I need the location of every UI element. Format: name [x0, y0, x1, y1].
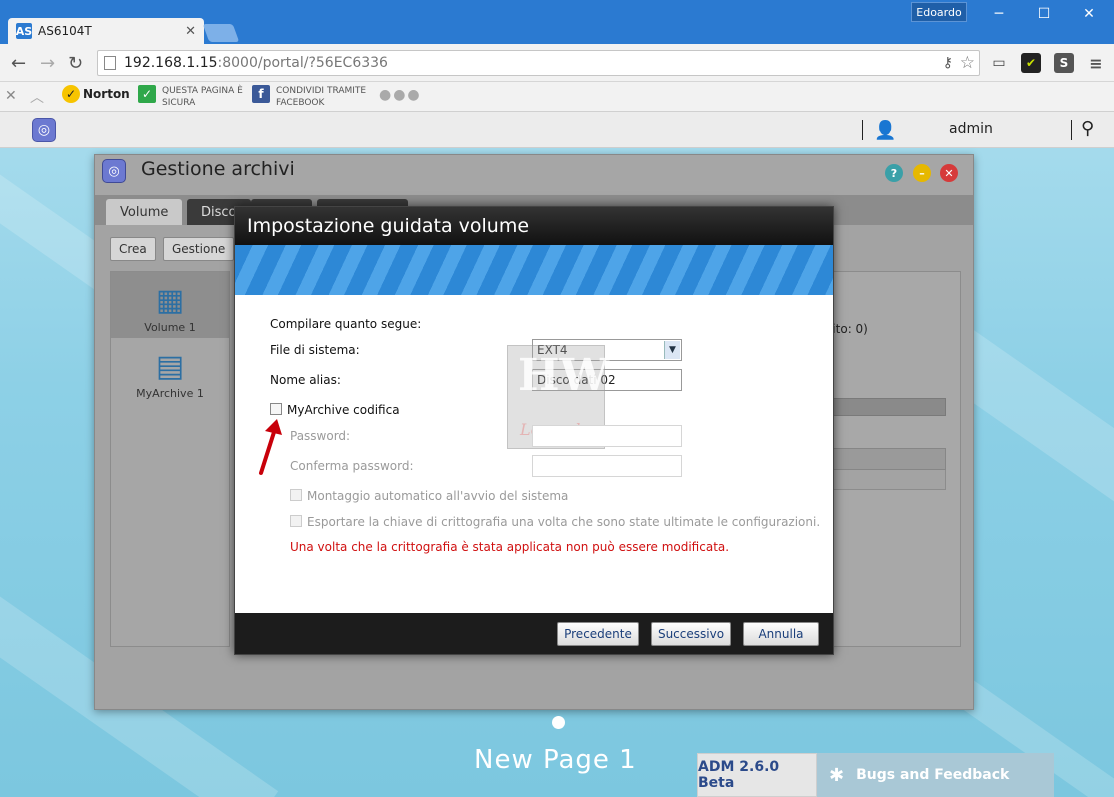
- alias-label: Nome alias:: [270, 373, 341, 387]
- bug-icon: ✱: [829, 764, 845, 786]
- share-line2: FACEBOOK: [276, 98, 325, 108]
- password-input[interactable]: [532, 425, 682, 447]
- close-window-icon[interactable]: ✕: [940, 164, 958, 182]
- export-key-checkbox[interactable]: [290, 515, 302, 527]
- encryption-warning: Una volta che la crittografia è stata ap…: [290, 540, 730, 554]
- sidebar-item-label: MyArchive 1: [136, 387, 204, 400]
- address-bar[interactable]: 192.168.1.15:8000/portal/?56EC6336 ⚷ ☆: [97, 50, 980, 76]
- help-icon[interactable]: ?: [885, 164, 903, 182]
- norton-logo[interactable]: ✓ Norton: [62, 85, 130, 103]
- tab-title: AS6104T: [38, 24, 92, 38]
- safe-page-indicator[interactable]: ✓ QUESTA PAGINA È SICURA: [138, 85, 243, 109]
- wizard-title[interactable]: Impostazione guidata volume: [235, 207, 833, 245]
- chevron-down-icon[interactable]: ▼: [664, 341, 680, 359]
- close-toolbar-icon[interactable]: ✕: [5, 88, 17, 104]
- adm-taskbar: ◎ 👤 admin ⚲: [0, 112, 1114, 148]
- key-icon[interactable]: ⚷: [943, 55, 953, 71]
- password-label: Password:: [290, 429, 351, 443]
- confirm-password-input[interactable]: [532, 455, 682, 477]
- safe-line2: SICURA: [162, 98, 196, 108]
- cancel-button[interactable]: Annulla: [743, 622, 819, 646]
- tab-volume[interactable]: Volume: [106, 199, 183, 225]
- back-icon[interactable]: ←: [11, 53, 26, 74]
- cast-icon[interactable]: ▭: [989, 53, 1009, 73]
- sidebar-item-label: Volume 1: [144, 321, 196, 334]
- profile-badge[interactable]: Edoardo: [911, 2, 967, 22]
- admin-username[interactable]: admin: [949, 121, 993, 137]
- myarchive-encryption-checkbox[interactable]: [270, 403, 282, 415]
- norton-check-icon: ✓: [62, 85, 80, 103]
- user-icon[interactable]: 👤: [874, 120, 896, 141]
- norton-toolbar: ✕ ︿ ✓ Norton ✓ QUESTA PAGINA È SICURA f C…: [0, 82, 1114, 112]
- create-button[interactable]: Crea: [110, 237, 156, 261]
- sidebar-item-myarchive-1[interactable]: ▤ MyArchive 1: [111, 338, 229, 404]
- window-title: Gestione archivi: [141, 158, 295, 180]
- table-header: [826, 448, 946, 470]
- window-titlebar[interactable]: ◎ Gestione archivi ? – ✕: [95, 155, 973, 195]
- next-button[interactable]: Successivo: [651, 622, 731, 646]
- wizard-banner: [235, 245, 833, 295]
- table-row: [826, 470, 946, 490]
- myarchive-icon: ▤: [155, 349, 185, 384]
- wizard-intro: Compilare quanto segue:: [270, 317, 422, 331]
- minimize-icon[interactable]: ─: [984, 4, 1014, 24]
- more-icon[interactable]: ●●●: [379, 87, 422, 103]
- myarchive-encryption-label: MyArchive codifica: [287, 403, 400, 417]
- forward-icon[interactable]: →: [40, 53, 55, 74]
- filesystem-label: File di sistema:: [270, 343, 360, 357]
- previous-button[interactable]: Precedente: [557, 622, 639, 646]
- checkmark-icon: ✓: [138, 85, 156, 103]
- reload-icon[interactable]: ↻: [68, 53, 83, 74]
- browser-tab[interactable]: AS AS6104T ✕: [8, 18, 204, 44]
- window-close-icon[interactable]: ✕: [1074, 4, 1104, 24]
- page-indicator-dot[interactable]: [552, 716, 565, 729]
- export-key-label: Esportare la chiave di crittografia una …: [307, 515, 821, 529]
- s-extension-icon[interactable]: S: [1054, 53, 1074, 73]
- browser-titlebar: AS AS6104T ✕ Edoardo ─ ☐ ✕: [0, 0, 1114, 44]
- volume-cube-icon: ▦: [155, 283, 185, 318]
- wizard-form: Compilare quanto segue: File di sistema:…: [235, 295, 833, 613]
- volume-sidebar: ▦ Volume 1 ▤ MyArchive 1: [110, 271, 230, 647]
- bugs-feedback-button[interactable]: ✱ Bugs and Feedback: [817, 753, 1054, 797]
- bugs-feedback-label: Bugs and Feedback: [856, 767, 1010, 783]
- url-path: :8000/portal/?56EC6336: [217, 55, 388, 71]
- adm-home-icon[interactable]: ◎: [32, 118, 56, 142]
- volume-wizard-dialog: Impostazione guidata volume Compilare qu…: [234, 206, 834, 655]
- facebook-share[interactable]: f CONDIVIDI TRAMITE FACEBOOK: [252, 85, 366, 109]
- close-icon[interactable]: ✕: [185, 24, 196, 39]
- page-icon: [104, 56, 116, 70]
- usage-bar: [826, 398, 946, 416]
- norton-label: Norton: [83, 87, 130, 101]
- address-toolbar: ← → ↻ 192.168.1.15:8000/portal/?56EC6336…: [0, 44, 1114, 82]
- desktop-page-name: New Page 1: [474, 745, 637, 775]
- new-tab-button[interactable]: [202, 24, 240, 42]
- maximize-icon[interactable]: ☐: [1029, 4, 1059, 24]
- automount-checkbox[interactable]: [290, 489, 302, 501]
- search-icon[interactable]: ⚲: [1081, 118, 1094, 139]
- menu-icon[interactable]: ≡: [1086, 53, 1106, 73]
- adm-version-label: ADM 2.6.0 Beta: [697, 753, 817, 797]
- facebook-icon: f: [252, 85, 270, 103]
- confirm-password-label: Conferma password:: [290, 459, 414, 473]
- url-host: 192.168.1.15: [124, 55, 218, 71]
- minimize-window-icon[interactable]: –: [913, 164, 931, 182]
- chevron-up-icon[interactable]: ︿: [30, 87, 44, 107]
- safe-line1: QUESTA PAGINA È: [162, 86, 243, 96]
- star-icon[interactable]: ☆: [960, 53, 975, 73]
- wizard-footer: Precedente Successivo Annulla: [235, 613, 833, 654]
- storage-manager-icon: ◎: [102, 159, 126, 183]
- automount-label: Montaggio automatico all'avvio del siste…: [307, 489, 569, 503]
- share-line1: CONDIVIDI TRAMITE: [276, 86, 367, 96]
- red-arrow-annotation: [259, 419, 282, 475]
- sidebar-item-volume-1[interactable]: ▦ Volume 1: [111, 272, 229, 338]
- norton-extension-icon[interactable]: ✔: [1021, 53, 1041, 73]
- manage-button[interactable]: Gestione: [163, 237, 235, 261]
- asustor-favicon-icon: AS: [15, 23, 33, 39]
